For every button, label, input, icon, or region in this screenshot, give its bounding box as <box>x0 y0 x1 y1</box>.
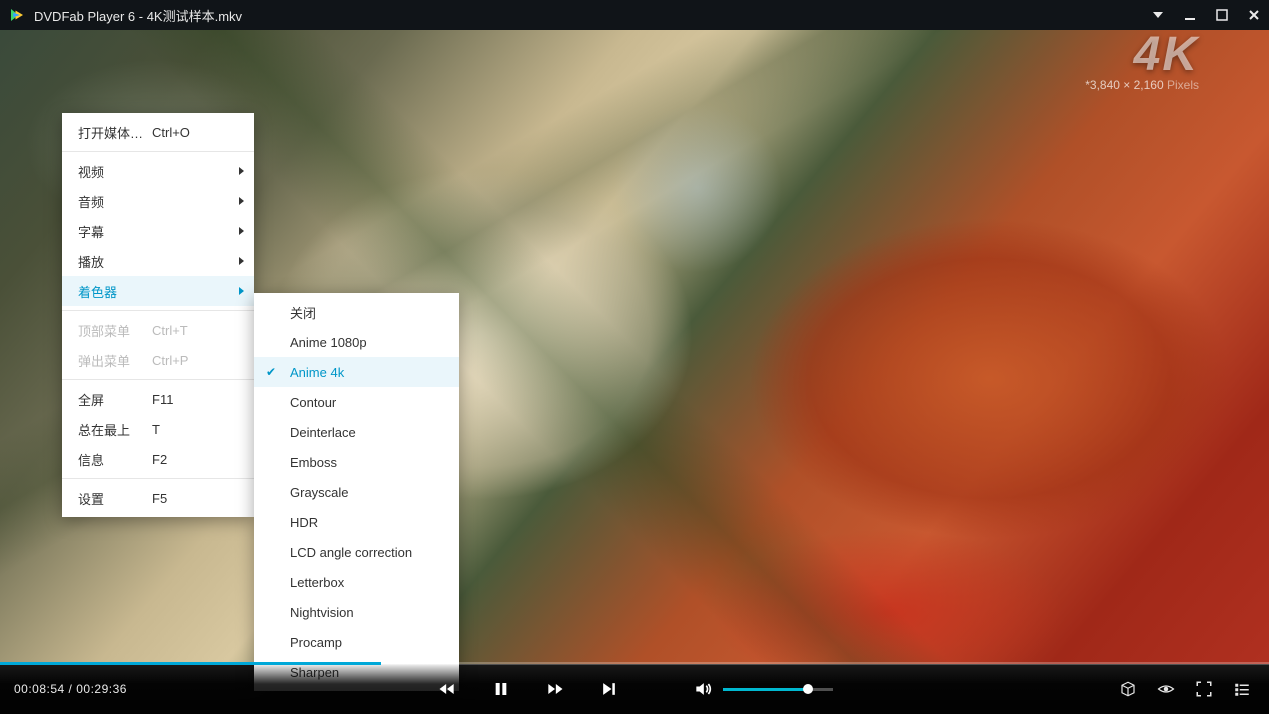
chevron-right-icon <box>239 257 244 265</box>
progress-fill <box>0 662 381 665</box>
close-button[interactable] <box>1247 8 1261 22</box>
control-bar: 00:08:54 / 00:29:36 <box>0 664 1269 714</box>
menu-separator <box>62 478 254 479</box>
menu-video[interactable]: 视频 <box>62 156 254 186</box>
menu-always-on-top[interactable]: 总在最上 T <box>62 414 254 444</box>
dropdown-icon[interactable] <box>1151 8 1165 22</box>
transport-controls <box>437 679 833 699</box>
shader-item-lcd[interactable]: LCD angle correction <box>254 537 459 567</box>
menu-shader[interactable]: 着色器 <box>62 276 254 306</box>
titlebar: DVDFab Player 6 - 4K测试样本.mkv <box>0 0 1269 30</box>
badge-4k-label: 4K <box>1085 33 1199 76</box>
window-title: DVDFab Player 6 - 4K测试样本.mkv <box>34 6 1151 25</box>
shader-item-contour[interactable]: Contour <box>254 387 459 417</box>
shader-item-close[interactable]: 关闭 <box>254 297 459 327</box>
next-button[interactable] <box>599 679 619 699</box>
menu-info[interactable]: 信息 F2 <box>62 444 254 474</box>
time-display: 00:08:54 / 00:29:36 <box>0 682 141 696</box>
resolution-badge: 4K *3,840 × 2,160 Pixels <box>1085 33 1199 92</box>
right-controls <box>1119 680 1269 698</box>
shader-item-hdr[interactable]: HDR <box>254 507 459 537</box>
check-icon: ✔ <box>266 365 276 379</box>
menu-separator <box>62 151 254 152</box>
chevron-right-icon <box>239 167 244 175</box>
volume-control <box>693 679 833 699</box>
menu-playback[interactable]: 播放 <box>62 246 254 276</box>
menu-audio[interactable]: 音频 <box>62 186 254 216</box>
maximize-button[interactable] <box>1215 8 1229 22</box>
chevron-right-icon <box>239 227 244 235</box>
menu-top-menu: 顶部菜单 Ctrl+T <box>62 315 254 345</box>
shader-item-nightvision[interactable]: Nightvision <box>254 597 459 627</box>
shader-submenu: 关闭 Anime 1080p ✔ Anime 4k Contour Deinte… <box>254 293 459 691</box>
context-menu: 打开媒体… Ctrl+O 视频 音频 字幕 播放 着色器 顶部菜单 Ctrl+T… <box>62 113 254 517</box>
menu-open-media[interactable]: 打开媒体… Ctrl+O <box>62 117 254 147</box>
menu-separator <box>62 379 254 380</box>
shader-item-letterbox[interactable]: Letterbox <box>254 567 459 597</box>
rewind-button[interactable] <box>437 679 457 699</box>
app-logo-icon <box>8 6 26 24</box>
eye-icon[interactable] <box>1157 680 1175 698</box>
minimize-button[interactable] <box>1183 8 1197 22</box>
menu-popup-menu: 弹出菜单 Ctrl+P <box>62 345 254 375</box>
volume-fill <box>723 688 809 691</box>
chevron-right-icon <box>239 197 244 205</box>
playlist-icon[interactable] <box>1233 680 1251 698</box>
volume-slider[interactable] <box>723 688 833 691</box>
forward-button[interactable] <box>545 679 565 699</box>
badge-resolution: *3,840 × 2,160 Pixels <box>1085 78 1199 92</box>
pause-button[interactable] <box>491 679 511 699</box>
volume-thumb[interactable] <box>803 684 813 694</box>
volume-icon[interactable] <box>693 679 713 699</box>
shader-item-procamp[interactable]: Procamp <box>254 627 459 657</box>
menu-fullscreen[interactable]: 全屏 F11 <box>62 384 254 414</box>
chevron-right-icon <box>239 287 244 295</box>
shader-item-deinterlace[interactable]: Deinterlace <box>254 417 459 447</box>
shader-item-emboss[interactable]: Emboss <box>254 447 459 477</box>
menu-separator <box>62 310 254 311</box>
menu-settings[interactable]: 设置 F5 <box>62 483 254 513</box>
menu-subtitle[interactable]: 字幕 <box>62 216 254 246</box>
shader-item-anime1080p[interactable]: Anime 1080p <box>254 327 459 357</box>
shader-item-grayscale[interactable]: Grayscale <box>254 477 459 507</box>
shader-item-anime4k[interactable]: ✔ Anime 4k <box>254 357 459 387</box>
progress-bar[interactable] <box>0 662 1269 665</box>
fullscreen-icon[interactable] <box>1195 680 1213 698</box>
cube-3d-icon[interactable] <box>1119 680 1137 698</box>
